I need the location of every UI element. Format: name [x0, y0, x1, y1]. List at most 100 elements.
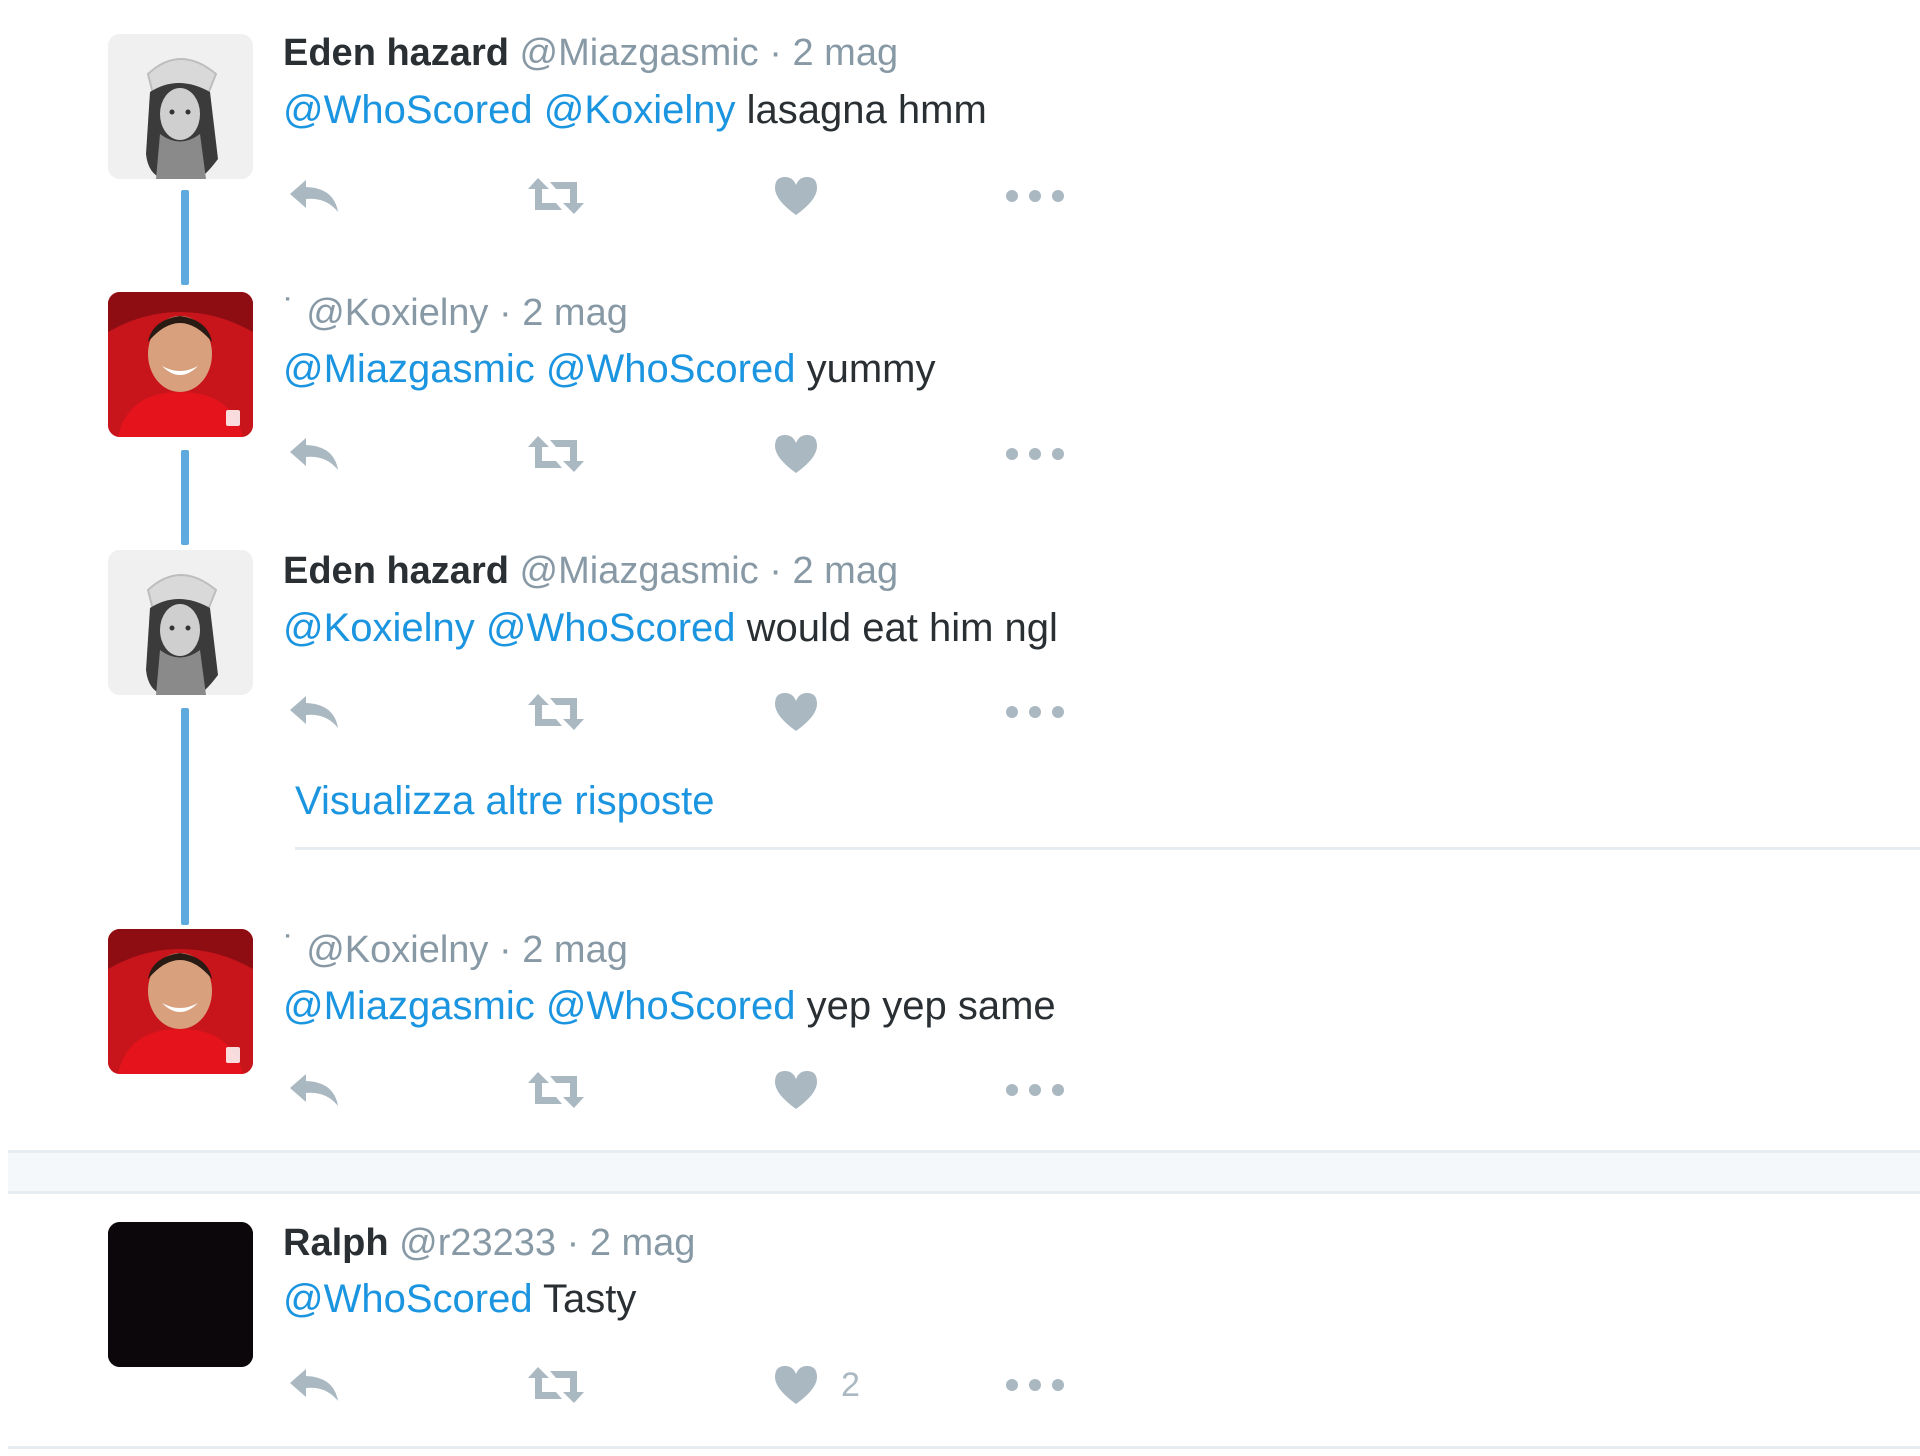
more-button[interactable]: [1005, 170, 1065, 222]
conversation-thread: Eden hazard @Miazgasmic · 2 mag @WhoScor…: [0, 0, 1920, 1456]
heart-icon: [775, 693, 817, 731]
display-name[interactable]: Eden hazard: [283, 550, 509, 592]
thread-connector: [181, 450, 189, 545]
tweet-body: Tasty: [542, 1277, 637, 1321]
tweet-header: ˙ @Koxielny · 2 mag: [283, 927, 628, 973]
user-handle[interactable]: @Miazgasmic: [520, 32, 759, 74]
user-handle[interactable]: @Miazgasmic: [520, 550, 759, 592]
separator: ·: [769, 32, 782, 74]
retweet-icon: [528, 178, 584, 214]
tweet-body: yummy: [806, 347, 936, 391]
retweet-button[interactable]: [526, 170, 586, 222]
retweet-button[interactable]: [526, 686, 586, 738]
mention-link[interactable]: @Koxielny: [544, 88, 736, 132]
like-button[interactable]: 2: [773, 1359, 860, 1411]
more-button[interactable]: [1005, 428, 1065, 480]
tweet-text: @Koxielny @WhoScored would eat him ngl: [283, 603, 1058, 653]
tweet-actions: [283, 170, 1083, 222]
timestamp[interactable]: 2 mag: [792, 32, 898, 74]
tweet-body: would eat him ngl: [746, 606, 1058, 650]
tweet-actions: [283, 428, 1083, 480]
display-name[interactable]: Eden hazard: [283, 32, 509, 74]
display-name[interactable]: ˙: [283, 929, 296, 971]
separator: ·: [499, 929, 512, 971]
more-button[interactable]: [1005, 1359, 1065, 1411]
retweet-button[interactable]: [526, 1359, 586, 1411]
retweet-button[interactable]: [526, 428, 586, 480]
more-dots-icon: [1006, 706, 1064, 718]
like-button[interactable]: [773, 686, 819, 738]
tweet-header: Eden hazard @Miazgasmic · 2 mag: [283, 30, 898, 76]
tweet-text: @WhoScored @Koxielny lasagna hmm: [283, 85, 987, 135]
avatar[interactable]: [108, 550, 253, 695]
tweet-actions: 2: [283, 1359, 1083, 1411]
more-dots-icon: [1006, 448, 1064, 460]
divider: [8, 1446, 1920, 1449]
timestamp[interactable]: 2 mag: [590, 1222, 696, 1264]
avatar[interactable]: [108, 929, 253, 1074]
mention-link[interactable]: @Miazgasmic: [283, 347, 535, 391]
divider: [295, 847, 1920, 850]
user-handle[interactable]: @Koxielny: [306, 292, 488, 334]
mention-link[interactable]: @WhoScored: [283, 1277, 533, 1321]
tweet-text: @Miazgasmic @WhoScored yep yep same: [283, 981, 1056, 1031]
tweet-text: @Miazgasmic @WhoScored yummy: [283, 344, 936, 394]
mention-link[interactable]: @WhoScored: [283, 88, 533, 132]
timestamp[interactable]: 2 mag: [522, 292, 628, 334]
heart-icon: [775, 435, 817, 473]
timestamp[interactable]: 2 mag: [792, 550, 898, 592]
mention-link[interactable]: @WhoScored: [546, 984, 796, 1028]
retweet-icon: [528, 694, 584, 730]
display-name[interactable]: ˙: [283, 292, 296, 334]
tweet-header: ˙ @Koxielny · 2 mag: [283, 290, 628, 336]
retweet-icon: [528, 1367, 584, 1403]
reply-button[interactable]: [288, 1064, 340, 1116]
reply-icon: [290, 1074, 338, 1106]
reply-button[interactable]: [288, 686, 340, 738]
thread-connector: [181, 190, 189, 285]
more-dots-icon: [1006, 190, 1064, 202]
reply-button[interactable]: [288, 1359, 340, 1411]
avatar[interactable]: [108, 1222, 253, 1367]
tweet-header: Eden hazard @Miazgasmic · 2 mag: [283, 548, 898, 594]
mention-link[interactable]: @WhoScored: [486, 606, 736, 650]
separator: ·: [769, 550, 782, 592]
grayscale-woman-photo: [108, 550, 253, 695]
heart-icon: [775, 1071, 817, 1109]
avatar[interactable]: [108, 34, 253, 179]
retweet-button[interactable]: [526, 1064, 586, 1116]
show-more-replies-link[interactable]: Visualizza altre risposte: [295, 776, 714, 826]
tweet-body: lasagna hmm: [746, 88, 987, 132]
reply-icon: [290, 1369, 338, 1401]
retweet-icon: [528, 436, 584, 472]
tweet-body: yep yep same: [806, 984, 1056, 1028]
more-dots-icon: [1006, 1084, 1064, 1096]
timestamp[interactable]: 2 mag: [522, 929, 628, 971]
more-button[interactable]: [1005, 1064, 1065, 1116]
heart-icon: [775, 1366, 817, 1404]
red-shirt-man-photo: [108, 292, 253, 437]
user-handle[interactable]: @r23233: [399, 1222, 556, 1264]
reply-icon: [290, 180, 338, 212]
tweet-text: @WhoScored Tasty: [283, 1274, 636, 1324]
mention-link[interactable]: @WhoScored: [546, 347, 796, 391]
like-button[interactable]: [773, 1064, 819, 1116]
like-button[interactable]: [773, 170, 819, 222]
more-dots-icon: [1006, 1379, 1064, 1391]
more-button[interactable]: [1005, 686, 1065, 738]
reply-button[interactable]: [288, 428, 340, 480]
separator: ·: [499, 292, 512, 334]
red-shirt-man-photo: [108, 929, 253, 1074]
like-button[interactable]: [773, 428, 819, 480]
reply-button[interactable]: [288, 170, 340, 222]
separator: ·: [566, 1222, 580, 1264]
avatar[interactable]: [108, 292, 253, 437]
reply-icon: [290, 438, 338, 470]
tweet-actions: [283, 1064, 1083, 1116]
like-count: 2: [841, 1365, 860, 1404]
heart-icon: [775, 177, 817, 215]
mention-link[interactable]: @Koxielny: [283, 606, 475, 650]
user-handle[interactable]: @Koxielny: [306, 929, 488, 971]
mention-link[interactable]: @Miazgasmic: [283, 984, 535, 1028]
display-name[interactable]: Ralph: [283, 1222, 389, 1264]
